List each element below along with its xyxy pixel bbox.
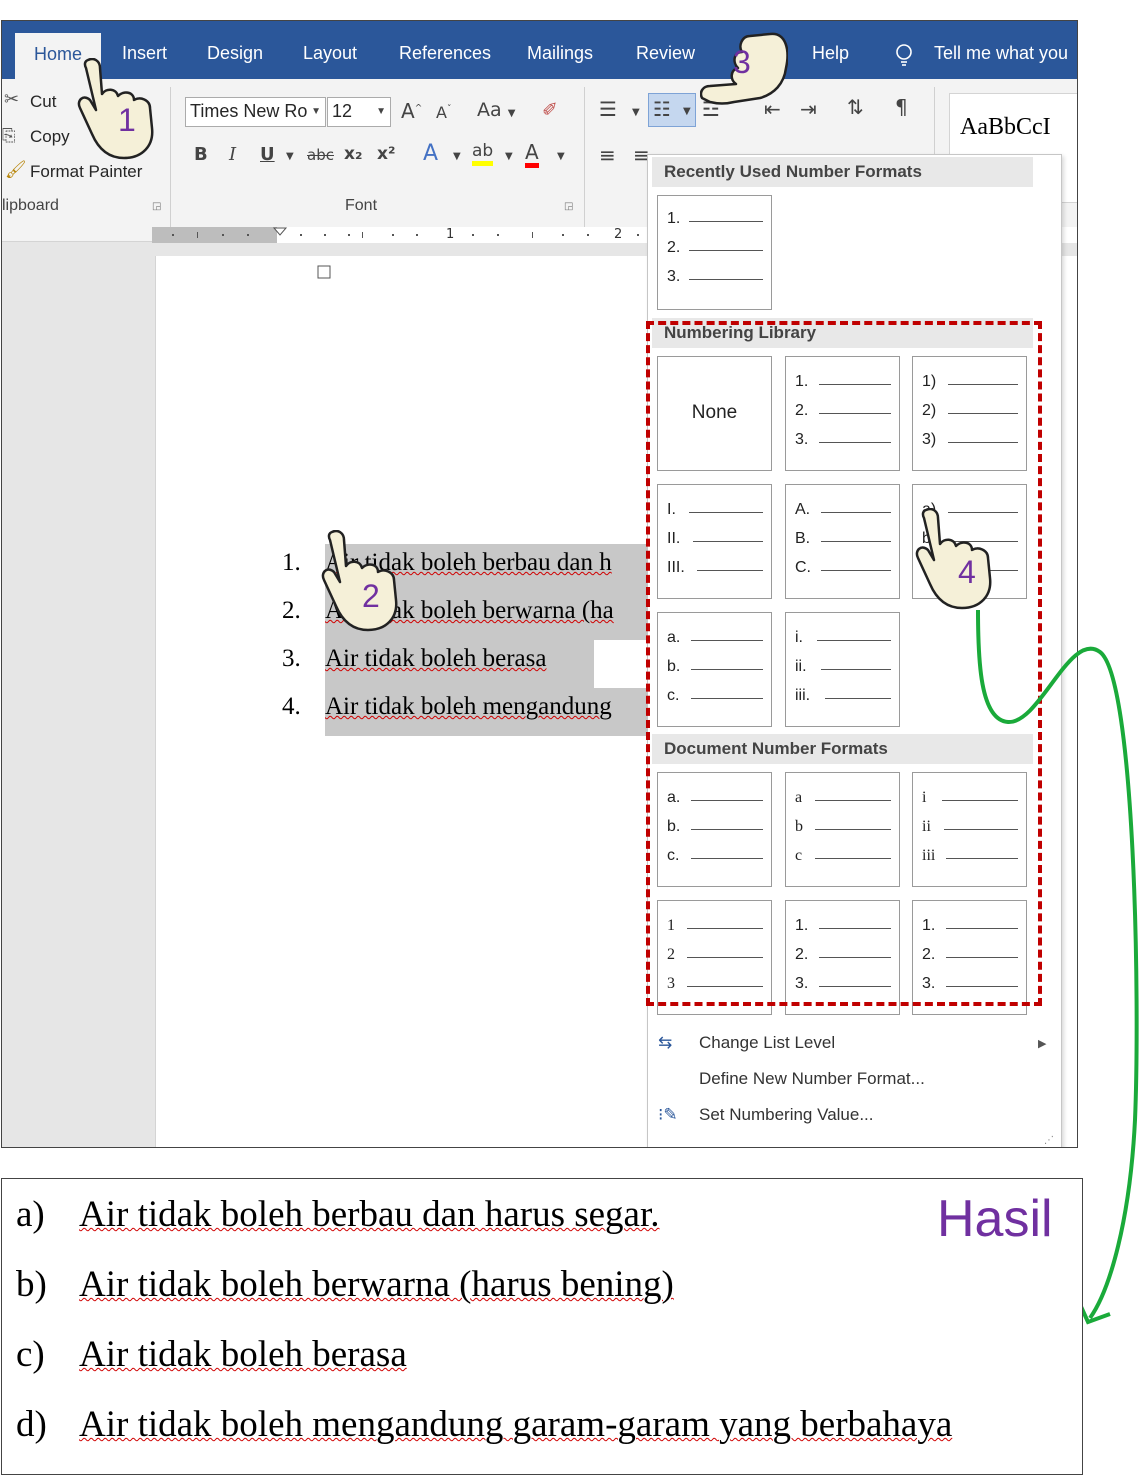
list-number: 3. (282, 645, 301, 672)
lightbulb-icon (896, 44, 912, 66)
chevron-down-icon[interactable]: ▼ (286, 151, 294, 162)
font-group-label: Font (345, 197, 378, 214)
list-item-text[interactable]: Air tidak boleh berasa (325, 645, 546, 673)
result-list-item: a) Air tidak boleh berbau dan harus segar… (16, 1194, 660, 1235)
step-number-2: 2 (362, 578, 380, 614)
recent-formats-header: Recently Used Number Formats (652, 157, 1033, 187)
step-number-3: 3 (733, 44, 751, 80)
chevron-down-icon: ▼ (311, 106, 321, 117)
indent-marker-icon (317, 265, 331, 279)
align-left-icon[interactable]: ≡ (599, 143, 616, 167)
tell-me-search[interactable]: Tell me what you (934, 43, 1068, 64)
set-numbering-value-item[interactable]: Set Numbering Value... (699, 1105, 874, 1125)
text-effects-icon[interactable]: A (423, 141, 438, 166)
tab-mailings[interactable]: Mailings (527, 43, 593, 64)
italic-button[interactable]: I (229, 144, 236, 165)
chevron-down-icon: ▼ (683, 106, 691, 117)
cut-button[interactable]: Cut (30, 92, 56, 112)
chevron-down-icon[interactable]: ▼ (505, 151, 513, 162)
ruler-ticks (172, 227, 639, 238)
ruler-mark-2: 2 (614, 227, 623, 242)
bullets-icon[interactable]: ☰ (599, 97, 617, 121)
underline-button[interactable]: U (260, 144, 275, 165)
font-name-combo[interactable]: Times New Ro ▼ (185, 97, 326, 127)
clipboard-launcher-icon[interactable]: ◲ (152, 201, 161, 212)
strikethrough-button[interactable]: abc (307, 146, 334, 164)
font-size-combo[interactable]: 12 ▼ (327, 97, 391, 127)
result-label: Hasil (937, 1190, 1053, 1248)
chevron-down-icon: ▼ (376, 106, 386, 117)
ruler-mark-1: 1 (446, 227, 455, 242)
list-number: 4. (282, 693, 301, 720)
font-color-icon[interactable]: A (525, 141, 539, 168)
chevron-down-icon[interactable]: ▼ (557, 151, 565, 162)
selection-gap (594, 640, 654, 688)
grow-font-icon[interactable]: A^ (401, 99, 422, 123)
superscript-button[interactable]: x² (377, 144, 395, 164)
define-new-format-item[interactable]: Define New Number Format... (699, 1069, 925, 1089)
tab-review[interactable]: Review (636, 43, 695, 64)
tab-help[interactable]: Help (812, 43, 849, 64)
clear-formatting-icon[interactable]: ✐ (542, 99, 558, 121)
tab-layout[interactable]: Layout (303, 43, 357, 64)
change-case-button[interactable]: Aa ▼ (477, 99, 515, 121)
change-list-level-item[interactable]: Change List Level (699, 1033, 835, 1053)
step-number-4: 4 (958, 554, 976, 590)
result-list-item: d) Air tidak boleh mengandung garam-garam… (16, 1404, 953, 1445)
font-launcher-icon[interactable]: ◲ (564, 201, 573, 212)
result-box: a) Air tidak boleh berbau dan harus segar… (1, 1178, 1083, 1475)
format-painter-button[interactable]: Format Painter (30, 162, 142, 182)
change-list-level-icon: ⇆ (658, 1033, 673, 1053)
recent-format-tile[interactable]: 1. 2. 3. (657, 195, 772, 310)
scissors-icon: ✂ (4, 89, 20, 110)
font-size-value: 12 (332, 101, 353, 121)
subscript-button[interactable]: x₂ (344, 144, 362, 164)
copy-icon: ⎘ (2, 126, 16, 146)
result-list-item: c) Air tidak boleh berasa (16, 1334, 407, 1375)
numbering-icon: ☷ (653, 97, 671, 121)
highlight-color-icon[interactable]: ab (472, 141, 494, 166)
change-case-label: Aa (477, 99, 502, 121)
numbering-button[interactable]: ☷ ▼ (648, 93, 696, 127)
style-preview: AaBbCcI (960, 114, 1051, 140)
chevron-down-icon[interactable]: ▼ (632, 107, 640, 118)
set-numbering-value-icon: ⁝✎ (658, 1105, 678, 1125)
result-list-item: b) Air tidak boleh berwarna (harus bening… (16, 1264, 674, 1305)
list-item-text[interactable]: Air tidak boleh mengandung (325, 693, 612, 721)
clipboard-group-label: lipboard (2, 197, 59, 214)
list-number: 1. (282, 549, 301, 576)
chevron-down-icon[interactable]: ▼ (453, 151, 461, 162)
shrink-font-icon[interactable]: Aˇ (436, 103, 451, 122)
bold-button[interactable]: B (194, 144, 208, 165)
step-number-1: 1 (118, 102, 136, 138)
tab-references[interactable]: References (399, 43, 491, 64)
format-painter-icon: 🖌 (5, 160, 27, 180)
font-name-value: Times New Ro (190, 101, 308, 121)
list-number: 2. (282, 597, 301, 624)
copy-button[interactable]: Copy (30, 127, 70, 147)
show-formatting-icon[interactable]: ¶ (895, 95, 908, 119)
increase-indent-icon[interactable]: ⇥ (800, 97, 817, 121)
sort-icon[interactable]: ⇅ (847, 95, 864, 119)
tab-design[interactable]: Design (207, 43, 263, 64)
